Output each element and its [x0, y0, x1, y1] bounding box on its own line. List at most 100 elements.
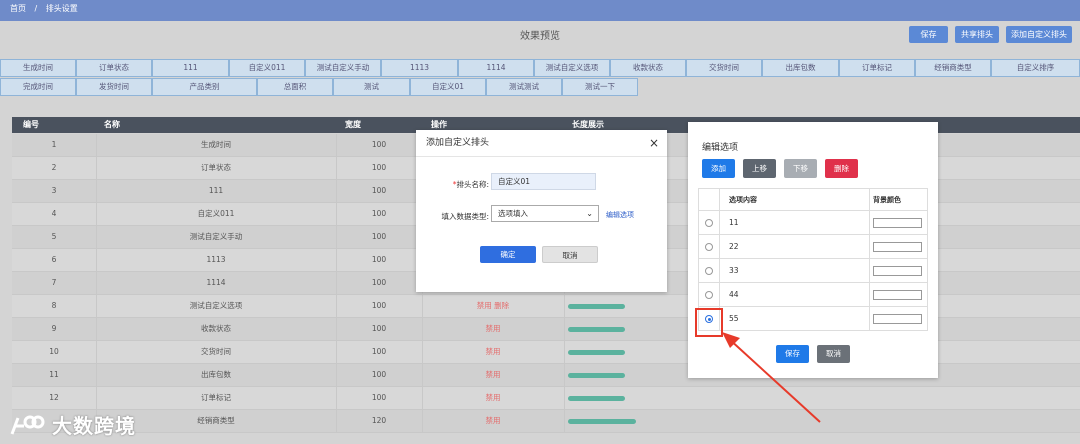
length-bar[interactable] — [568, 304, 625, 309]
bg-color-input[interactable] — [873, 290, 922, 300]
cell-name: 订单状态 — [201, 163, 231, 172]
add-custom-header-button[interactable]: 添加自定义排头 — [1006, 26, 1072, 43]
cell-name: 111 — [208, 186, 224, 195]
header-chip[interactable]: 交货时间 — [686, 59, 762, 77]
move-down-button[interactable]: 下移 — [784, 159, 817, 178]
cell-width: 100 — [371, 278, 387, 287]
length-bar[interactable] — [568, 327, 625, 332]
breadcrumb-separator: / — [34, 4, 38, 13]
cell-width: 100 — [371, 163, 387, 172]
option-content-input[interactable]: 11 — [720, 211, 870, 235]
col-name-header: 名称 — [104, 120, 120, 129]
option-content-input[interactable]: 55 — [720, 307, 870, 331]
cell-width: 100 — [371, 186, 387, 195]
header-chip[interactable]: 测试自定义手动 — [305, 59, 381, 77]
annotation-arrow — [722, 332, 821, 423]
bg-color-input[interactable] — [873, 314, 922, 324]
chevron-down-icon: ⌄ — [586, 209, 593, 218]
cell-action[interactable]: 禁用 — [422, 341, 564, 363]
header-chip[interactable]: 测试测试 — [486, 78, 562, 96]
option-content-input[interactable]: 22 — [720, 235, 870, 259]
cell-width: 100 — [371, 324, 387, 333]
cell-action[interactable]: 禁用 — [422, 387, 564, 409]
options-table-header: 选项内容 背景颜色 — [699, 189, 928, 211]
cell-action[interactable]: 禁用 — [422, 318, 564, 340]
cell-no: 12 — [49, 393, 59, 402]
cell-no: 7 — [51, 278, 57, 287]
header-chip[interactable]: 收款状态 — [610, 59, 686, 77]
header-chip[interactable]: 自定义011 — [229, 59, 305, 77]
header-chip[interactable]: 自定义排序 — [991, 59, 1080, 77]
bg-color-input[interactable] — [873, 242, 922, 252]
save-button[interactable]: 保存 — [909, 26, 948, 43]
header-chip[interactable]: 发货时间 — [76, 78, 152, 96]
header-chip[interactable]: 测试 — [333, 78, 410, 96]
cell-no: 4 — [51, 209, 57, 218]
header-name-label: *排头名称: — [452, 180, 489, 189]
header-chip[interactable]: 总面积 — [257, 78, 333, 96]
option-radio[interactable] — [705, 291, 713, 299]
header-chip[interactable]: 1113 — [381, 59, 458, 77]
watermark-text: 大数跨境 — [52, 414, 136, 438]
option-content-input[interactable]: 44 — [720, 283, 870, 307]
breadcrumb-home[interactable]: 首页 — [10, 4, 26, 13]
col-bg-color-header: 背景颜色 — [873, 196, 901, 204]
cell-no: 1 — [51, 140, 57, 149]
option-radio[interactable] — [705, 267, 713, 275]
edit-options-link[interactable]: 编辑选项 — [606, 210, 634, 220]
header-chip[interactable]: 完成时间 — [0, 78, 76, 96]
cell-name: 订单标记 — [201, 393, 231, 402]
data-type-select[interactable]: 选项填入 ⌄ — [491, 205, 599, 222]
breadcrumb-current: 排头设置 — [45, 4, 78, 13]
dialog-title: 添加自定义排头 — [416, 130, 667, 157]
cell-no: 11 — [49, 370, 59, 379]
cell-width: 100 — [371, 370, 387, 379]
header-chip[interactable]: 订单状态 — [76, 59, 152, 77]
length-bar[interactable] — [568, 419, 636, 424]
delete-option-button[interactable]: 删除 — [825, 159, 858, 178]
header-chip[interactable]: 1114 — [458, 59, 534, 77]
confirm-button[interactable]: 确定 — [480, 246, 536, 263]
header-name-input[interactable]: 自定义01 — [491, 173, 596, 190]
length-bar[interactable] — [568, 350, 625, 355]
header-chip[interactable]: 出库包数 — [762, 59, 839, 77]
table-row: 12 订单标记 100 禁用 — [12, 387, 1080, 410]
header-chip[interactable]: 订单标记 — [839, 59, 915, 77]
length-bar[interactable] — [568, 373, 625, 378]
option-row: 11 — [699, 211, 928, 235]
header-chip[interactable]: 自定义01 — [410, 78, 486, 96]
cell-name: 1114 — [206, 278, 226, 287]
cell-name: 交货时间 — [201, 347, 231, 356]
cell-action[interactable]: 禁用 — [422, 364, 564, 386]
share-header-button[interactable]: 共享排头 — [955, 26, 999, 43]
bg-color-input[interactable] — [873, 266, 922, 276]
header-chip[interactable]: 测试自定义选项 — [534, 59, 610, 77]
col-option-content-header: 选项内容 — [720, 189, 870, 211]
cell-action[interactable]: 禁用 删除 — [422, 295, 564, 317]
cell-action[interactable]: 禁用 — [422, 410, 564, 432]
header-chip[interactable]: 测试一下 — [562, 78, 638, 96]
cell-no: 6 — [51, 255, 57, 264]
col-no-header: 编号 — [23, 120, 39, 129]
header-chip[interactable]: 生成时间 — [0, 59, 76, 77]
header-chip[interactable]: 111 — [152, 59, 229, 77]
cell-no: 8 — [51, 301, 57, 310]
option-radio[interactable] — [705, 219, 713, 227]
header-chip[interactable]: 产品类别 — [152, 78, 257, 96]
cell-name: 生成时间 — [201, 140, 231, 149]
breadcrumb: 首页 / 排头设置 — [0, 0, 1080, 21]
option-content-input[interactable]: 33 — [720, 259, 870, 283]
header-chips-row-2: 完成时间 发货时间 产品类别 总面积 测试 自定义01 测试测试 测试一下 — [0, 78, 640, 97]
cell-no: 9 — [51, 324, 57, 333]
header-chip[interactable]: 经销商类型 — [915, 59, 991, 77]
length-bar[interactable] — [568, 396, 625, 401]
option-radio[interactable] — [705, 243, 713, 251]
close-icon[interactable]: × — [649, 136, 659, 150]
header-chips-row-1: 生成时间 订单状态 111 自定义011 测试自定义手动 1113 1114 测试自定义选项收… — [0, 59, 1080, 78]
cancel-button[interactable]: 取消 — [542, 246, 598, 263]
move-up-button[interactable]: 上移 — [743, 159, 776, 178]
add-option-button[interactable]: 添加 — [702, 159, 735, 178]
cell-name: 1113 — [206, 255, 226, 264]
bg-color-input[interactable] — [873, 218, 922, 228]
panel-title: 编辑选项 — [702, 143, 739, 153]
